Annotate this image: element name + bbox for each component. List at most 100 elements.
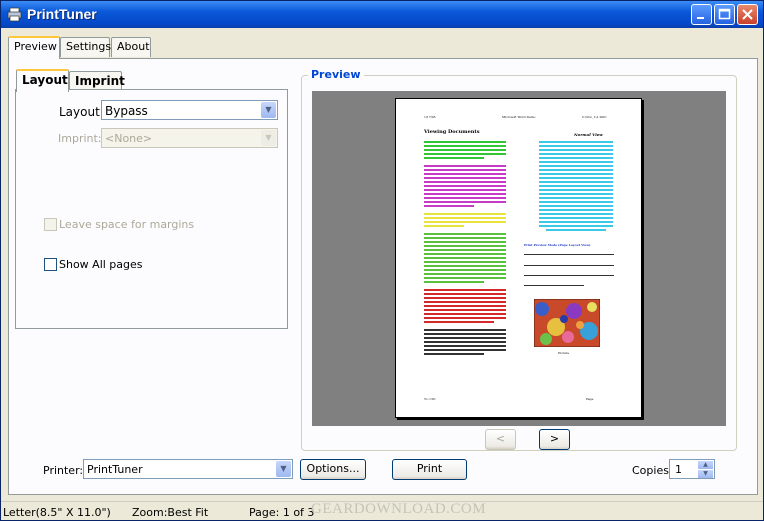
title-bar[interactable]: PrintTuner — [1, 1, 763, 28]
text-line — [424, 193, 506, 195]
imprint-value: <None> — [105, 132, 153, 145]
status-zoom: Zoom:Best Fit — [132, 506, 209, 519]
previous-page-button[interactable]: < — [485, 429, 516, 450]
text-line — [539, 169, 613, 171]
show-all-pages-label: Show All pages — [59, 258, 143, 271]
text-line — [424, 173, 506, 175]
text-line — [424, 249, 506, 251]
text-line — [424, 141, 506, 143]
text-line — [424, 341, 506, 343]
leave-space-checkbox[interactable] — [44, 218, 57, 231]
text-line — [539, 161, 613, 163]
text-line — [424, 277, 506, 279]
preview-group-title: Preview — [308, 68, 364, 81]
next-page-label: > — [549, 432, 560, 445]
text-line — [524, 285, 584, 286]
tab-preview[interactable]: Preview — [8, 36, 60, 59]
text-line — [539, 173, 613, 175]
imprint-label: Imprint: — [58, 132, 102, 145]
copies-label: Copies: — [632, 464, 673, 477]
spin-down-icon[interactable]: ▼ — [698, 470, 713, 478]
text-line — [424, 217, 506, 219]
printer-label: Printer: — [43, 464, 84, 477]
maximize-icon — [718, 8, 731, 20]
text-line — [524, 254, 614, 255]
text-line — [539, 209, 613, 211]
text-line — [424, 253, 506, 255]
text-line — [424, 333, 506, 335]
text-line — [539, 213, 613, 215]
sample-picture — [534, 299, 600, 347]
spin-up-icon[interactable]: ▲ — [698, 461, 713, 469]
text-line — [424, 245, 506, 247]
tab-label: Settings — [66, 40, 112, 53]
text-line — [424, 281, 484, 283]
text-line — [539, 189, 613, 191]
text-line — [424, 201, 506, 203]
text-line — [539, 157, 613, 159]
page-header-date: 1/17/05 — [424, 115, 436, 119]
printer-select[interactable]: PrintTuner ▼ — [83, 459, 293, 479]
print-button[interactable]: Print — [392, 459, 467, 480]
text-line — [539, 185, 613, 187]
text-line — [424, 189, 506, 191]
text-line — [424, 169, 506, 171]
next-page-button[interactable]: > — [539, 429, 570, 450]
preview-page: 1/17/05 Microsoft Word Demo C:\Doc_1\1.D… — [395, 98, 642, 418]
text-line — [424, 273, 506, 275]
print-button-label: Print — [416, 462, 443, 475]
tab-settings[interactable]: Settings — [60, 37, 112, 57]
text-line — [424, 317, 506, 319]
chevron-down-icon: ▼ — [261, 130, 276, 146]
text-line — [424, 321, 494, 323]
text-line — [539, 149, 613, 151]
minimize-button[interactable] — [691, 4, 712, 25]
options-button-label: Options... — [306, 462, 360, 475]
maximize-button[interactable] — [714, 4, 735, 25]
page-header-title: Microsoft Word Demo — [502, 115, 536, 119]
options-button[interactable]: Options... — [300, 459, 366, 480]
window-title: PrintTuner — [27, 6, 97, 22]
text-line — [424, 237, 506, 239]
text-line — [539, 221, 613, 223]
text-line — [546, 229, 606, 231]
previous-page-label: < — [495, 432, 506, 445]
text-line — [539, 153, 613, 155]
tab-imprint[interactable]: Imprint — [69, 71, 125, 91]
text-line — [424, 309, 506, 311]
tab-label: Imprint — [75, 74, 125, 88]
text-line — [424, 337, 506, 339]
printer-value: PrintTuner — [87, 463, 143, 476]
layout-select[interactable]: Bypass ▼ — [101, 100, 278, 120]
printtuner-window: PrintTuner Preview Settings About Layout… — [0, 0, 764, 521]
text-line — [424, 197, 506, 199]
page-footer-right: Page — [586, 397, 594, 401]
blue-heading: Print Preview Mode (Page Layout View) — [524, 243, 591, 247]
text-line — [424, 301, 506, 303]
show-all-pages-checkbox[interactable] — [44, 258, 57, 271]
status-paper-size: Letter(8.5" X 11.0") — [3, 506, 111, 519]
text-line — [424, 233, 506, 235]
text-line — [424, 157, 484, 159]
text-line — [424, 269, 506, 271]
text-line — [424, 293, 506, 295]
text-line — [424, 153, 506, 155]
text-line — [424, 345, 506, 347]
text-line — [539, 145, 613, 147]
text-line — [424, 145, 506, 147]
leave-space-label: Leave space for margins — [59, 218, 195, 231]
minimize-icon — [697, 17, 704, 19]
tab-about[interactable]: About — [111, 37, 151, 57]
imprint-select[interactable]: <None> ▼ — [101, 128, 278, 148]
text-line — [424, 213, 506, 215]
page-header-path: C:\Doc_1\1.DOC — [582, 115, 607, 119]
tab-layout[interactable]: Layout — [16, 69, 69, 92]
tab-label: About — [117, 40, 150, 53]
tab-label: Layout — [22, 73, 68, 87]
close-button[interactable] — [737, 4, 758, 25]
text-line — [539, 197, 613, 199]
text-line — [424, 225, 464, 227]
copies-stepper[interactable]: 1 ▲ ▼ — [669, 459, 715, 479]
text-line — [424, 205, 474, 207]
text-line — [424, 265, 506, 267]
